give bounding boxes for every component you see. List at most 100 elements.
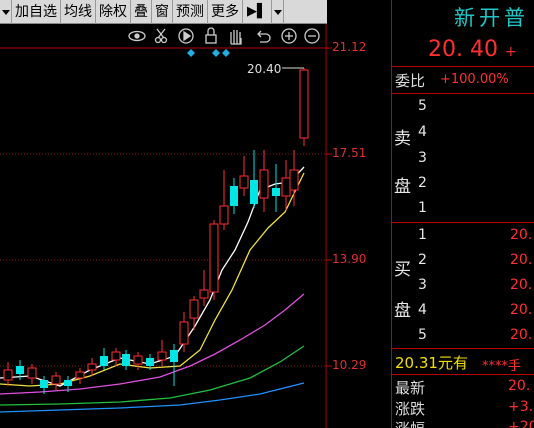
candle-body[interactable] (281, 177, 291, 197)
sell-level: 3 (418, 150, 427, 166)
sell-level: 4 (418, 124, 427, 140)
ma20-line (0, 293, 305, 395)
sell-level: 2 (418, 175, 427, 191)
toolbar-forecast[interactable]: 预测 (173, 0, 208, 24)
ma5-line (0, 166, 305, 387)
candle-body[interactable] (299, 69, 309, 139)
webi-label: 委比 (395, 72, 426, 90)
toolbar-play-button[interactable]: ▶▌ (243, 0, 272, 24)
buy-price: 20. (510, 327, 533, 343)
divider (392, 93, 534, 94)
sell-level: 1 (418, 200, 427, 216)
candle-body[interactable] (51, 375, 61, 385)
quote-panel: 新开普 20. 40 + 委比 +100.00% 卖 盘 5 4 3 2 1 买… (391, 0, 534, 428)
candle-body[interactable] (189, 299, 199, 319)
candle-body[interactable] (111, 351, 121, 361)
stock-price-suffix: + (504, 44, 517, 60)
toolbar-window[interactable]: 窗 (152, 0, 173, 24)
price-tick: 10.29 (332, 358, 367, 372)
buy-price: 20. (510, 277, 533, 293)
amplitude-value: +20.0 (508, 419, 534, 428)
scissors-icon[interactable] (154, 28, 168, 44)
candle-body[interactable] (64, 380, 72, 386)
stock-name: 新开普 (454, 6, 529, 30)
buy-level: 2 (418, 252, 427, 268)
sell-level: 5 (418, 98, 427, 114)
candle-body[interactable] (122, 354, 130, 366)
stock-price: 20. 40 + (428, 37, 517, 62)
candle-body[interactable] (250, 180, 258, 204)
candle-body[interactable] (40, 380, 48, 388)
toolbar-more[interactable]: 更多 (208, 0, 243, 24)
candle-body[interactable] (75, 371, 85, 379)
divider (392, 374, 534, 375)
zoom-out-icon[interactable] (304, 28, 320, 44)
sell-side-label: 盘 (394, 177, 411, 197)
toolbar-add-watchlist[interactable]: 加自选 (12, 0, 61, 24)
ma60-line (0, 345, 305, 406)
buy-side-label: 买 (394, 260, 411, 280)
divider (392, 222, 534, 223)
ma10-line (0, 172, 305, 387)
event-marker[interactable] (187, 49, 195, 57)
event-marker[interactable] (212, 49, 220, 57)
buy-level: 5 (418, 327, 427, 343)
buy-price: 20. (510, 227, 533, 243)
toolbar-more-arrow-icon[interactable] (272, 0, 284, 24)
buy-level: 4 (418, 302, 427, 318)
amplitude-label: 涨幅 (395, 418, 425, 428)
chart-tools (128, 27, 320, 45)
undo-icon[interactable] (257, 30, 271, 43)
change-value: +3. (508, 399, 534, 415)
candle-body[interactable] (179, 321, 189, 345)
sell-side-label: 卖 (394, 129, 411, 149)
lock-icon[interactable] (205, 27, 217, 44)
candle-body[interactable] (146, 358, 154, 366)
play-circle-icon[interactable] (178, 28, 194, 44)
avg-price: 20.31元有 (395, 354, 468, 372)
candle-body[interactable] (219, 205, 229, 225)
price-tick: 17.51 (332, 146, 367, 160)
high-marker-label: 20.40 (247, 62, 281, 76)
candle-body[interactable] (157, 351, 167, 361)
candle-body[interactable] (170, 350, 178, 362)
price-tick: 13.90 (332, 252, 367, 266)
webi-value: +100.00% (440, 72, 509, 87)
candle-body[interactable] (259, 169, 269, 199)
candle-body[interactable] (239, 175, 249, 189)
toolbar-overlay[interactable]: 叠 (131, 0, 152, 24)
candle-body[interactable] (27, 367, 37, 379)
candle-body[interactable] (87, 363, 97, 371)
buy-level: 1 (418, 227, 427, 243)
stock-price-value: 20. 40 (428, 37, 498, 62)
candle-body[interactable] (230, 186, 238, 206)
candle-body[interactable] (3, 369, 13, 381)
eye-icon[interactable] (128, 30, 146, 42)
candle-body[interactable] (289, 169, 299, 191)
zoom-in-icon[interactable] (281, 28, 297, 44)
candle-body[interactable] (199, 289, 209, 299)
toolbar-ex-rights[interactable]: 除权 (96, 0, 131, 24)
buy-price: 20. (510, 252, 533, 268)
candles (3, 68, 309, 394)
price-tick: 21.12 (332, 40, 367, 54)
avg-suffix: ****手 (482, 359, 522, 374)
kline-chart[interactable]: 20.40 21.12 17.51 13.90 10.29 (0, 24, 390, 428)
divider (392, 348, 534, 349)
latest-label: 最新 (395, 379, 426, 397)
buy-price: 20. (510, 302, 533, 318)
candle-body[interactable] (272, 188, 280, 196)
candle-body[interactable] (100, 356, 108, 366)
change-label: 涨跌 (395, 400, 426, 418)
candle-body[interactable] (133, 355, 143, 365)
latest-value: 20. (508, 378, 531, 394)
hand-icon[interactable] (230, 30, 242, 45)
dropdown-arrow-icon[interactable] (0, 0, 12, 24)
candle-body[interactable] (16, 366, 24, 374)
buy-level: 3 (418, 277, 427, 293)
divider (392, 66, 534, 67)
buy-side-label: 盘 (394, 301, 411, 321)
candle-body[interactable] (209, 223, 219, 293)
event-marker[interactable] (222, 49, 230, 57)
toolbar-moving-average[interactable]: 均线 (61, 0, 96, 24)
